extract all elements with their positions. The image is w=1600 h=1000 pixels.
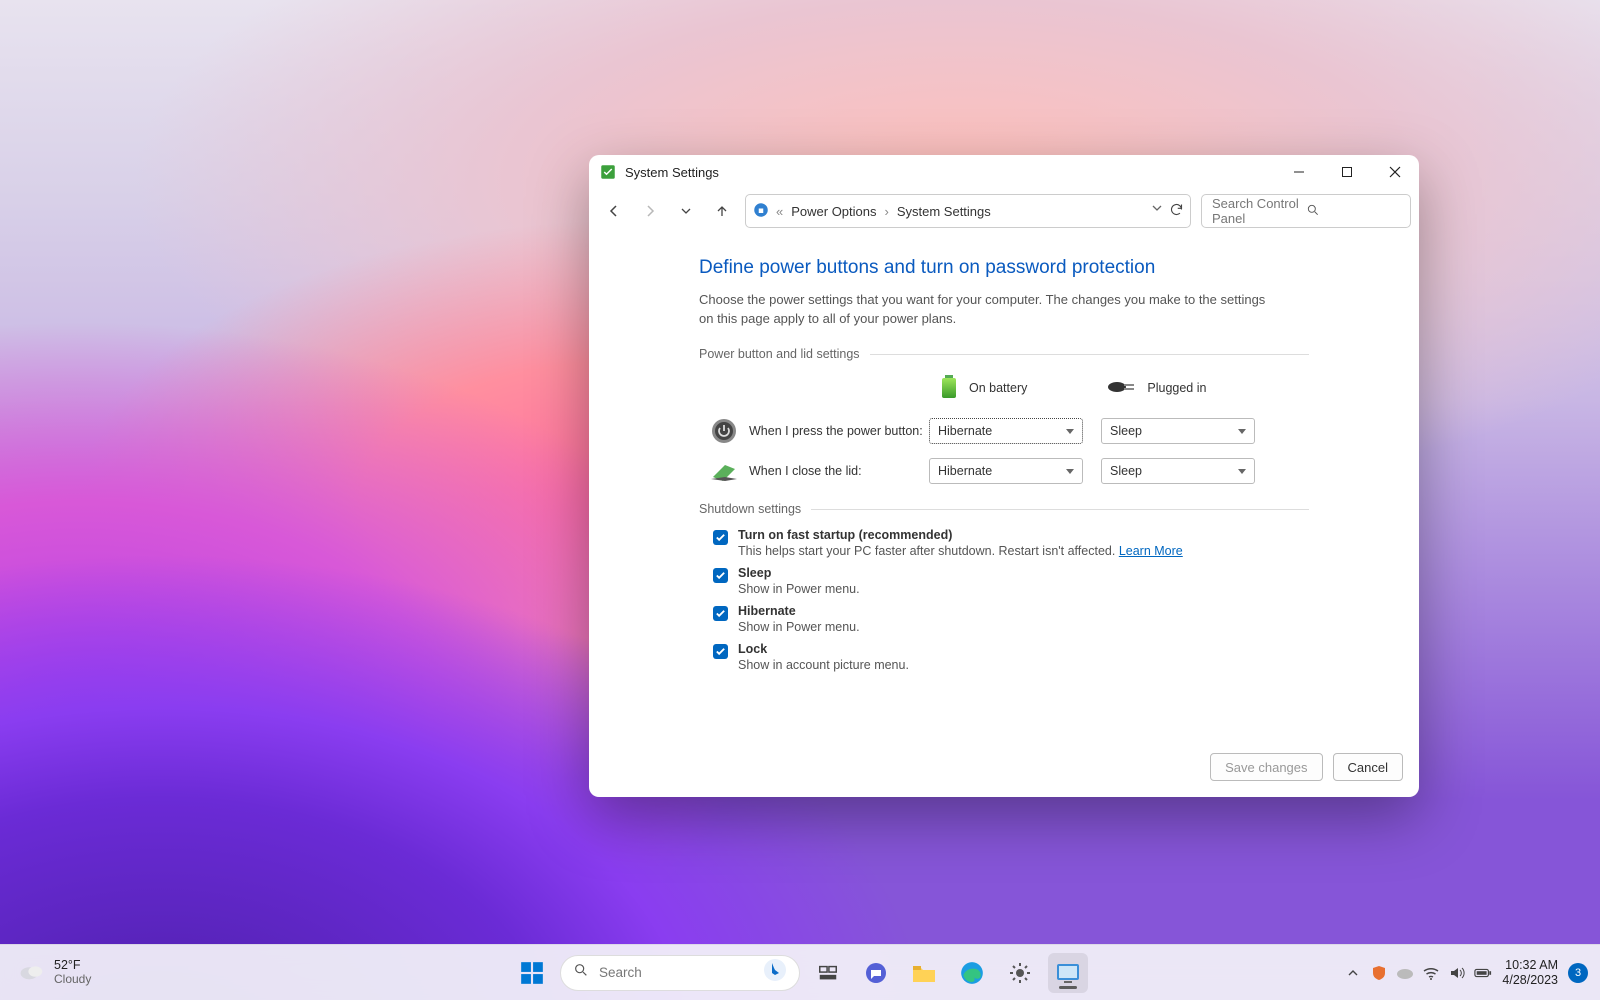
address-bar[interactable]: « Power Options › System Settings	[745, 194, 1191, 228]
lid-battery-dropdown[interactable]: Hibernate	[929, 458, 1083, 484]
toolbar: « Power Options › System Settings Search…	[589, 189, 1419, 233]
row-power-button: When I press the power button: Hibernate…	[709, 416, 1309, 446]
power-button-icon	[709, 416, 739, 446]
checkbox-fast-startup[interactable]	[713, 530, 728, 545]
time-label: 10:32 AM	[1502, 958, 1558, 972]
chevron-right-icon: ›	[885, 204, 889, 219]
close-button[interactable]	[1371, 155, 1419, 189]
option-hibernate: Hibernate Show in Power menu.	[713, 604, 1309, 640]
location-icon	[752, 201, 770, 222]
content-area: Define power buttons and turn on passwor…	[589, 233, 1419, 797]
option-fast-startup: Turn on fast startup (recommended) This …	[713, 528, 1309, 564]
page-title: Define power buttons and turn on passwor…	[699, 257, 1309, 279]
forward-button[interactable]	[633, 194, 667, 228]
bing-icon	[763, 958, 787, 987]
search-placeholder: Search Control Panel	[1212, 196, 1306, 226]
system-tray[interactable]	[1344, 964, 1492, 982]
weather-temp: 52°F	[54, 958, 91, 972]
task-view-button[interactable]	[808, 953, 848, 993]
search-input[interactable]: Search Control Panel	[1201, 194, 1411, 228]
battery-tray-icon[interactable]	[1474, 964, 1492, 982]
refresh-button[interactable]	[1169, 202, 1184, 220]
row-close-lid: When I close the lid: Hibernate Sleep	[709, 456, 1309, 486]
control-panel-taskbar-button[interactable]	[1048, 953, 1088, 993]
page-description: Choose the power settings that you want …	[699, 291, 1279, 329]
power-button-plugged-dropdown[interactable]: Sleep	[1101, 418, 1255, 444]
window-title: System Settings	[625, 165, 719, 180]
checkbox-hibernate[interactable]	[713, 606, 728, 621]
checkbox-lock[interactable]	[713, 644, 728, 659]
sleep-label: Sleep	[738, 566, 860, 580]
breadcrumb-prefix: «	[776, 204, 783, 219]
file-explorer-button[interactable]	[904, 953, 944, 993]
column-on-battery: On battery	[939, 373, 1027, 404]
power-button-battery-dropdown[interactable]: Hibernate	[929, 418, 1083, 444]
power-button-label: When I press the power button:	[749, 424, 929, 438]
start-button[interactable]	[512, 953, 552, 993]
checkbox-sleep[interactable]	[713, 568, 728, 583]
wifi-icon[interactable]	[1422, 964, 1440, 982]
minimize-button[interactable]	[1275, 155, 1323, 189]
hibernate-desc: Show in Power menu.	[738, 620, 860, 634]
taskbar-center: Search	[512, 953, 1088, 993]
taskbar: 52°F Cloudy Search	[0, 944, 1600, 1000]
lock-label: Lock	[738, 642, 909, 656]
security-icon[interactable]	[1370, 964, 1388, 982]
control-panel-icon	[599, 163, 617, 181]
titlebar[interactable]: System Settings	[589, 155, 1419, 189]
lock-desc: Show in account picture menu.	[738, 658, 909, 672]
volume-icon[interactable]	[1448, 964, 1466, 982]
clock[interactable]: 10:32 AM 4/28/2023	[1502, 958, 1558, 987]
weather-widget[interactable]: 52°F Cloudy	[0, 958, 91, 986]
edge-button[interactable]	[952, 953, 992, 993]
save-changes-button[interactable]: Save changes	[1210, 753, 1322, 781]
learn-more-link[interactable]: Learn More	[1119, 544, 1183, 558]
sleep-desc: Show in Power menu.	[738, 582, 860, 596]
cancel-button[interactable]: Cancel	[1333, 753, 1403, 781]
up-button[interactable]	[705, 194, 739, 228]
battery-icon	[939, 373, 959, 404]
tray-overflow-icon[interactable]	[1344, 964, 1362, 982]
lid-plugged-dropdown[interactable]: Sleep	[1101, 458, 1255, 484]
taskbar-search[interactable]: Search	[560, 955, 800, 991]
column-headers: On battery Plugged in	[939, 373, 1309, 404]
settings-app-button[interactable]	[1000, 953, 1040, 993]
fast-startup-desc: This helps start your PC faster after sh…	[738, 544, 1183, 558]
address-dropdown-icon[interactable]	[1151, 202, 1163, 220]
notification-badge[interactable]: 3	[1568, 963, 1588, 983]
weather-icon	[18, 962, 44, 982]
weather-condition: Cloudy	[54, 973, 91, 987]
taskbar-search-placeholder: Search	[599, 965, 753, 980]
close-lid-label: When I close the lid:	[749, 464, 929, 478]
desktop: System Settings « Power Options › System…	[0, 0, 1600, 1000]
laptop-lid-icon	[709, 456, 739, 486]
section-shutdown: Shutdown settings	[699, 502, 1309, 516]
fast-startup-label: Turn on fast startup (recommended)	[738, 528, 1183, 542]
chat-button[interactable]	[856, 953, 896, 993]
column-plugged-in: Plugged in	[1107, 373, 1206, 404]
section-power-button-lid: Power button and lid settings	[699, 347, 1309, 361]
option-lock: Lock Show in account picture menu.	[713, 642, 1309, 678]
control-panel-window: System Settings « Power Options › System…	[589, 155, 1419, 797]
maximize-button[interactable]	[1323, 155, 1371, 189]
option-sleep: Sleep Show in Power menu.	[713, 566, 1309, 602]
hibernate-label: Hibernate	[738, 604, 860, 618]
back-button[interactable]	[597, 194, 631, 228]
onedrive-icon[interactable]	[1396, 964, 1414, 982]
taskbar-right: 10:32 AM 4/28/2023 3	[1344, 958, 1600, 987]
plug-icon	[1107, 378, 1137, 399]
breadcrumb-item[interactable]: System Settings	[895, 204, 993, 219]
search-icon	[1306, 203, 1400, 220]
date-label: 4/28/2023	[1502, 973, 1558, 987]
search-icon	[573, 962, 589, 983]
recent-locations-button[interactable]	[669, 194, 703, 228]
breadcrumb-item[interactable]: Power Options	[789, 204, 878, 219]
